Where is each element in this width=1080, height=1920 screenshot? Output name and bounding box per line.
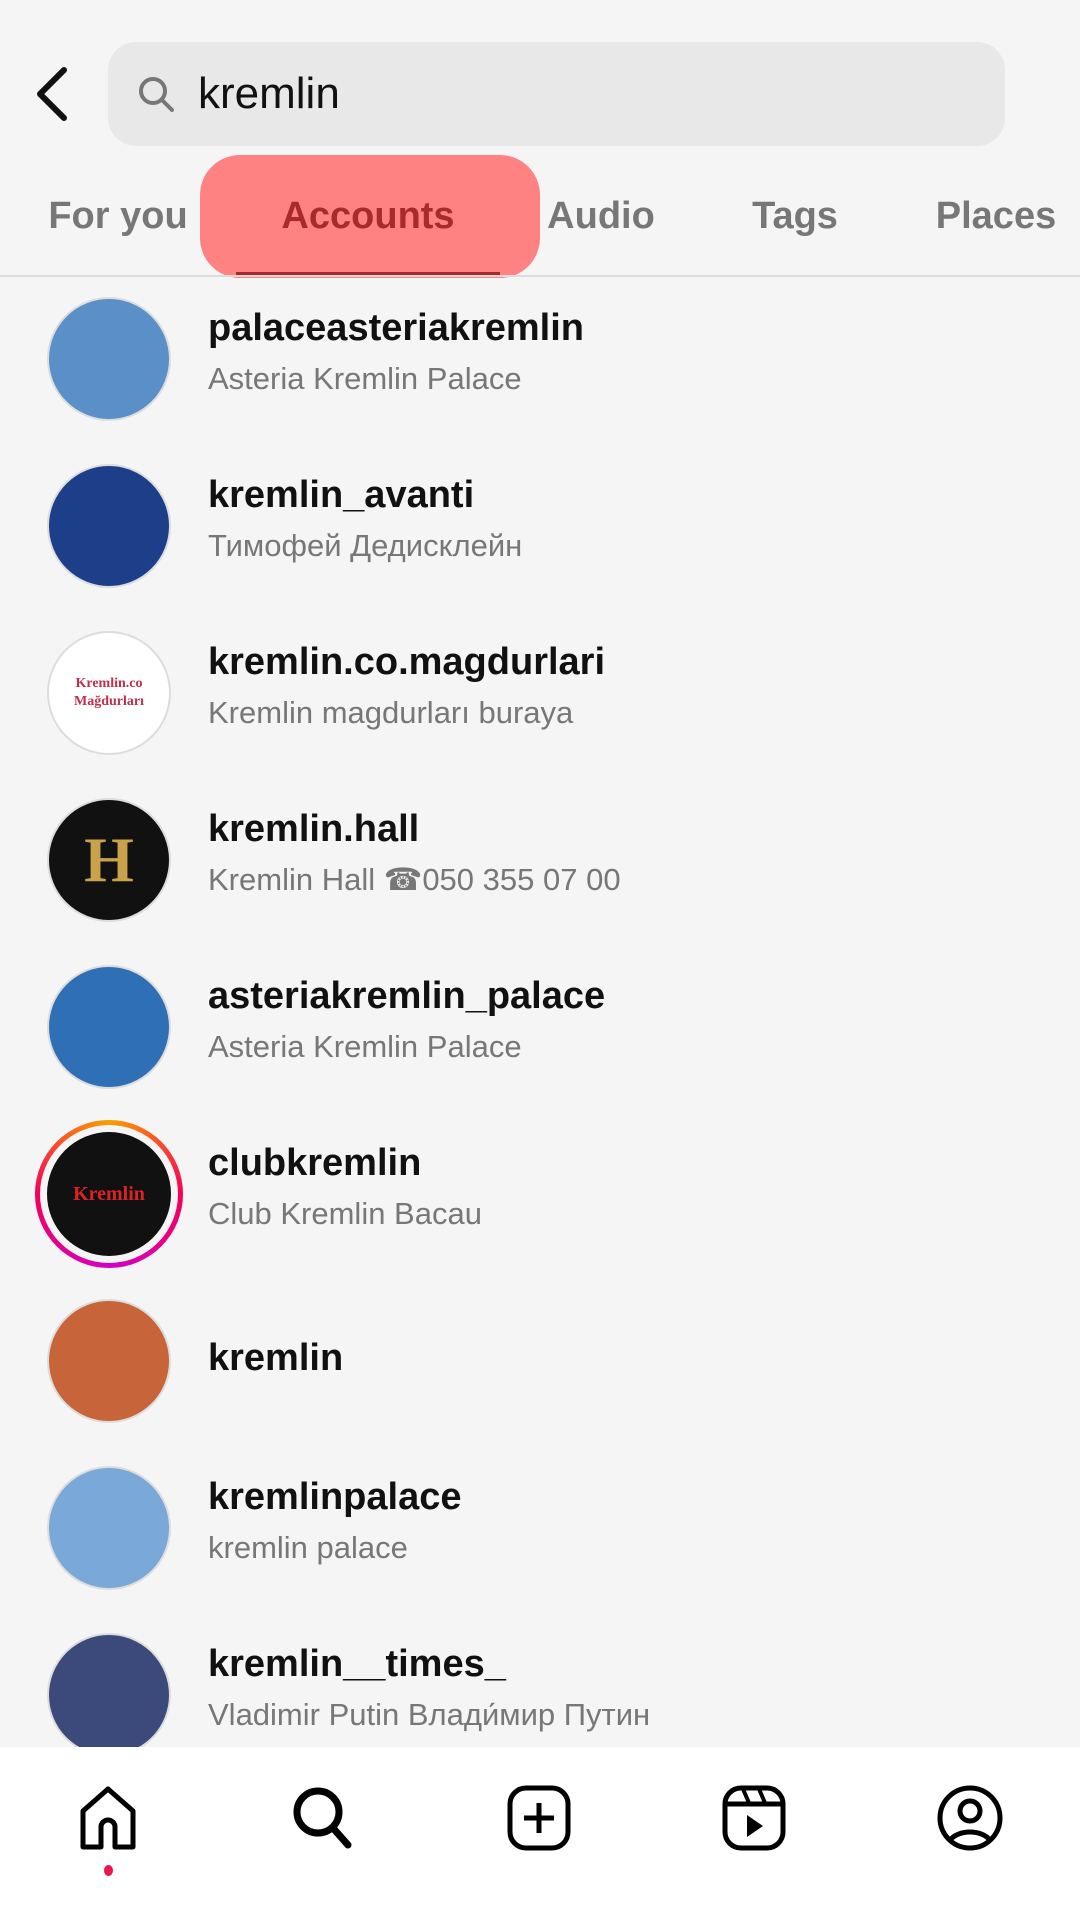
search-tabs: For you Accounts Audio Tags Places <box>0 155 1080 278</box>
account-username: kremlin <box>208 1337 344 1379</box>
avatar[interactable] <box>47 464 171 588</box>
account-display-name: Kremlin Hall ☎050 355 07 00 <box>208 862 621 897</box>
search-icon[interactable] <box>288 1783 358 1853</box>
account-display-name: Club Kremlin Bacau <box>208 1196 482 1231</box>
tab-for-you[interactable]: For you <box>48 195 187 238</box>
account-display-name: Vladimir Putin Влади́мир Путин <box>208 1697 651 1732</box>
account-username: kremlin.hall <box>208 808 420 850</box>
notification-dot <box>104 1865 113 1876</box>
avatar[interactable]: Kremlin <box>35 1120 183 1268</box>
account-display-name: kremlin palace <box>208 1530 408 1565</box>
create-icon[interactable] <box>504 1783 574 1853</box>
profile-icon[interactable] <box>935 1783 1005 1853</box>
search-bar[interactable] <box>108 42 1005 146</box>
account-username: palaceasteriakremlin <box>208 307 585 349</box>
avatar-logo-text: H <box>84 824 134 896</box>
tab-tags[interactable]: Tags <box>752 195 838 238</box>
tab-audio[interactable]: Audio <box>547 195 655 238</box>
home-icon[interactable] <box>73 1783 143 1853</box>
avatar-logo-text: Kremlin.co Mağdurları <box>74 675 144 709</box>
divider <box>0 275 1080 277</box>
account-display-name: Asteria Kremlin Palace <box>208 1029 522 1064</box>
reels-icon[interactable] <box>719 1783 789 1853</box>
back-arrow-icon[interactable] <box>28 64 78 124</box>
bottom-nav <box>0 1747 1080 1920</box>
search-icon <box>139 77 174 112</box>
account-username: clubkremlin <box>208 1142 422 1184</box>
account-display-name: Kremlin magdurları buraya <box>208 695 574 730</box>
tab-accounts[interactable]: Accounts <box>281 195 454 238</box>
account-username: kremlinpalace <box>208 1476 462 1518</box>
account-display-name: Asteria Kremlin Palace <box>208 361 522 396</box>
tab-places[interactable]: Places <box>936 195 1056 238</box>
account-username: kremlin__times_ <box>208 1643 506 1685</box>
avatar[interactable]: H <box>47 798 171 922</box>
avatar[interactable] <box>47 965 171 1089</box>
avatar[interactable] <box>47 1299 171 1423</box>
avatar[interactable] <box>47 1633 171 1757</box>
search-input[interactable] <box>198 69 898 119</box>
avatar[interactable] <box>47 1466 171 1590</box>
avatar[interactable]: Kremlin.co Mağdurları <box>47 631 171 755</box>
avatar-logo-text: Kremlin <box>47 1132 171 1256</box>
account-username: kremlin_avanti <box>208 474 475 516</box>
account-username: kremlin.co.magdurlari <box>208 641 606 683</box>
account-username: asteriakremlin_palace <box>208 975 606 1017</box>
avatar[interactable] <box>47 297 171 421</box>
account-display-name: Тимофей Дедисклейн <box>208 528 523 563</box>
